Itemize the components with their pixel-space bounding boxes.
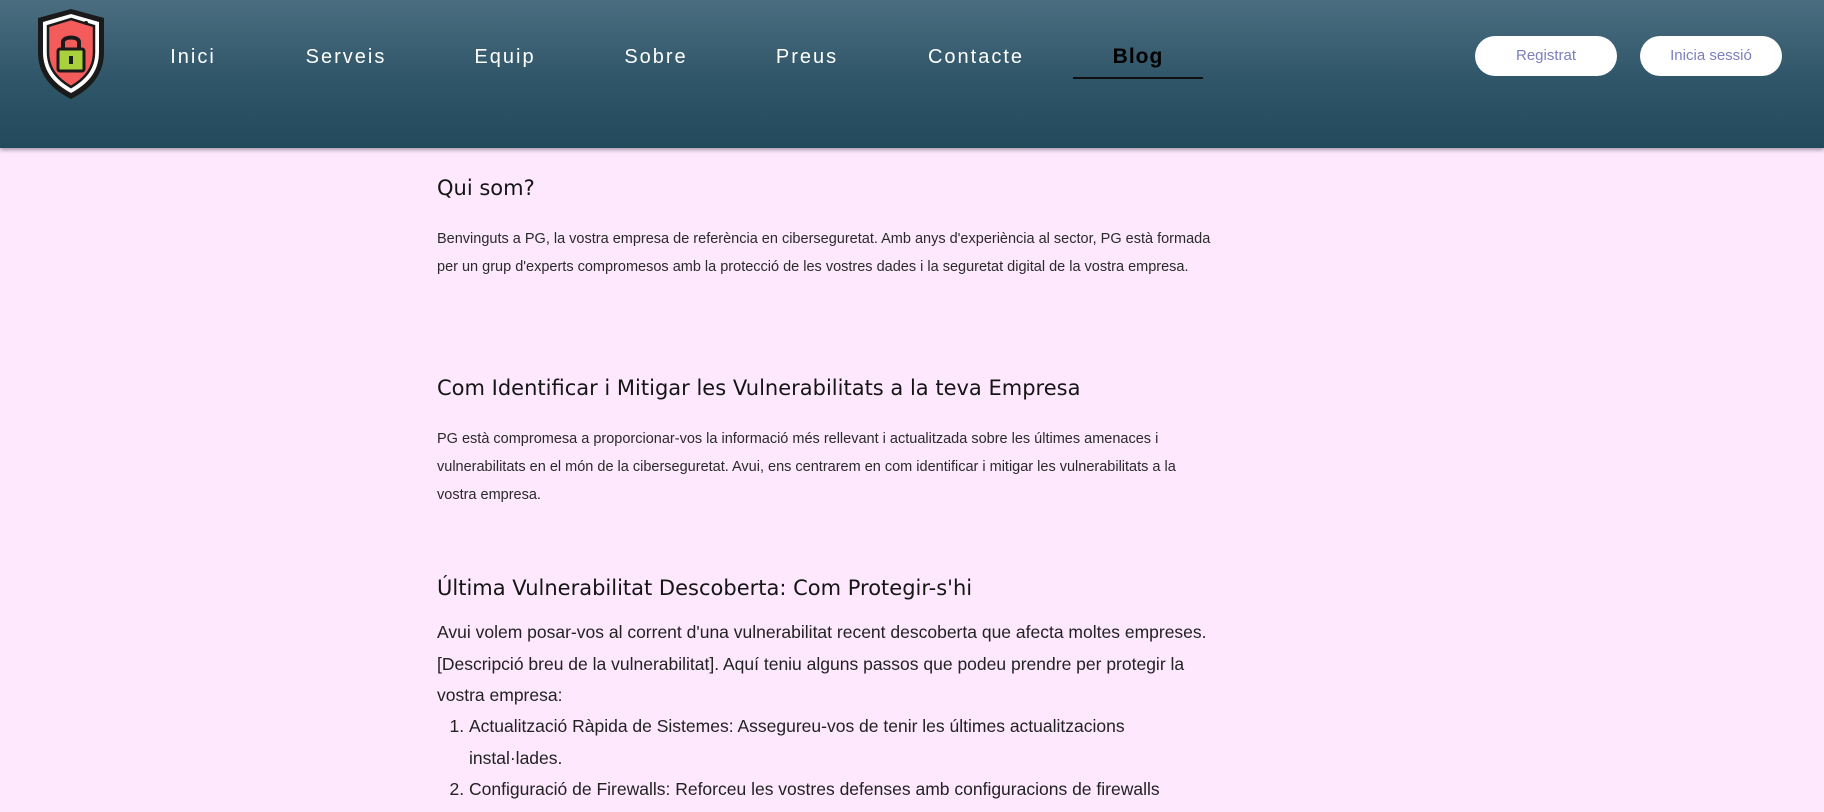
- section-body-about: Benvinguts a PG, la vostra empresa de re…: [437, 231, 1211, 275]
- nav-item-preus[interactable]: Preus: [770, 42, 844, 72]
- nav-item-blog[interactable]: Blog: [1073, 42, 1203, 72]
- nav-item-inici[interactable]: Inici: [152, 42, 234, 72]
- active-nav-indicator: [1073, 77, 1203, 79]
- protection-steps-list: Actualització Ràpida de Sistemes: Assegu…: [437, 711, 1217, 806]
- section-heading-vulnerabilities: Com Identificar i Mitigar les Vulnerabil…: [437, 376, 1081, 400]
- nav-item-serveis[interactable]: Serveis: [296, 42, 396, 72]
- section-heading-latest-vulnerability: Última Vulnerabilitat Descoberta: Com Pr…: [437, 576, 973, 600]
- list-item: Actualització Ràpida de Sistemes: Assegu…: [469, 711, 1217, 774]
- section-body-vulnerabilities: PG està compromesa a proporcionar-vos la…: [437, 431, 1176, 503]
- register-button[interactable]: Registrat: [1475, 36, 1617, 76]
- nav-item-equip[interactable]: Equip: [466, 42, 544, 72]
- site-header: Inici Serveis Equip Sobre Preus Contacte…: [0, 0, 1824, 148]
- section-body-latest-vulnerability: Avui volem posar-vos al corrent d'una vu…: [437, 622, 1207, 705]
- nav-item-sobre[interactable]: Sobre: [614, 42, 698, 72]
- login-button[interactable]: Inicia sessió: [1640, 36, 1782, 76]
- section-heading-about: Qui som?: [437, 176, 535, 200]
- nav-item-contacte[interactable]: Contacte: [924, 42, 1028, 72]
- list-item: Configuració de Firewalls: Reforceu les …: [469, 774, 1217, 806]
- shield-lock-icon[interactable]: [34, 6, 108, 102]
